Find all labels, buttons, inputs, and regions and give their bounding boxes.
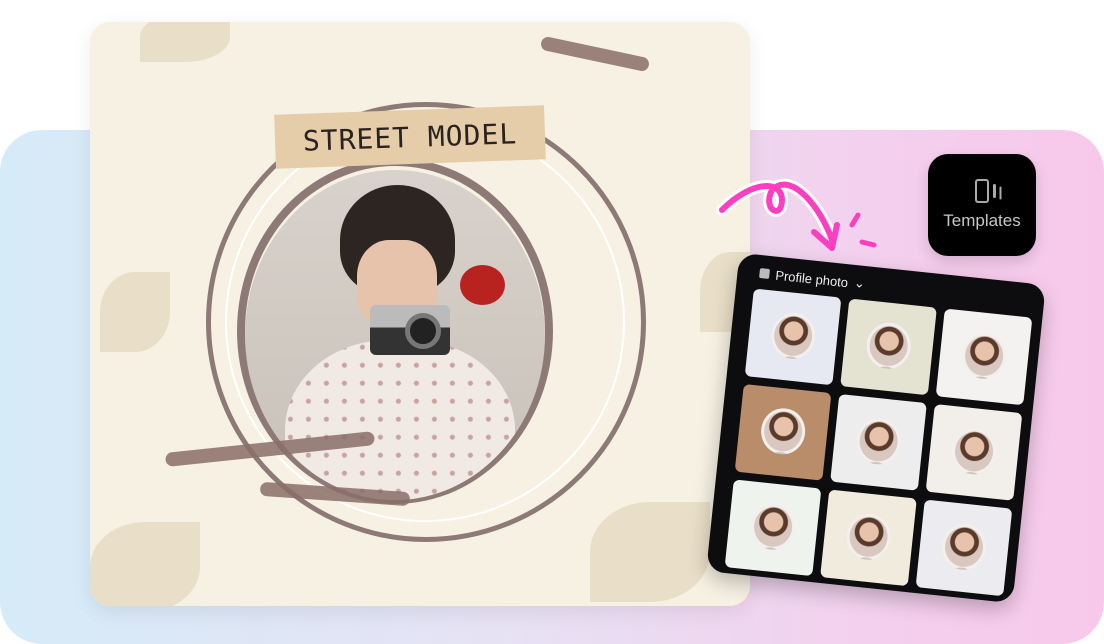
template-thumbnail[interactable] <box>935 308 1033 406</box>
thumbnail-portrait <box>949 426 999 477</box>
brush-stroke <box>539 35 651 73</box>
thumbnail-portrait <box>959 330 1009 382</box>
leaf-decoration <box>140 22 230 62</box>
template-preview-card: STREET MODEL <box>90 22 750 606</box>
leaf-decoration <box>100 272 170 352</box>
leaf-decoration <box>90 522 200 606</box>
template-thumbnail[interactable] <box>915 499 1013 597</box>
panel-title: Profile photo <box>774 267 849 290</box>
thumbnail-portrait <box>768 310 818 362</box>
templates-button[interactable]: Templates <box>928 154 1036 256</box>
thumbnail-portrait <box>939 521 989 573</box>
chevron-down-icon: ⌄ <box>853 274 866 292</box>
profile-photo-panel: Profile photo ⌄ <box>706 252 1046 604</box>
template-thumbnail[interactable] <box>744 288 842 386</box>
thumbnail-portrait <box>844 511 893 562</box>
thumbnail-portrait <box>854 416 903 467</box>
templates-label: Templates <box>943 211 1021 230</box>
template-thumbnail[interactable] <box>820 489 917 587</box>
thumbnail-portrait <box>864 320 913 372</box>
leaf-decoration <box>590 502 710 602</box>
template-thumbnail[interactable] <box>830 393 927 491</box>
profile-photo-dropdown[interactable]: Profile photo ⌄ <box>759 265 866 292</box>
template-thumbnail[interactable] <box>724 479 822 577</box>
thumbnail-portrait <box>758 406 808 457</box>
template-grid <box>724 288 1033 597</box>
template-thumbnail[interactable] <box>734 383 832 481</box>
profile-icon <box>759 268 771 279</box>
street-model-label: STREET MODEL <box>274 105 546 169</box>
templates-icon <box>975 179 996 203</box>
template-thumbnail[interactable] <box>840 298 937 396</box>
thumbnail-portrait <box>748 501 798 552</box>
template-thumbnail[interactable] <box>925 404 1023 501</box>
